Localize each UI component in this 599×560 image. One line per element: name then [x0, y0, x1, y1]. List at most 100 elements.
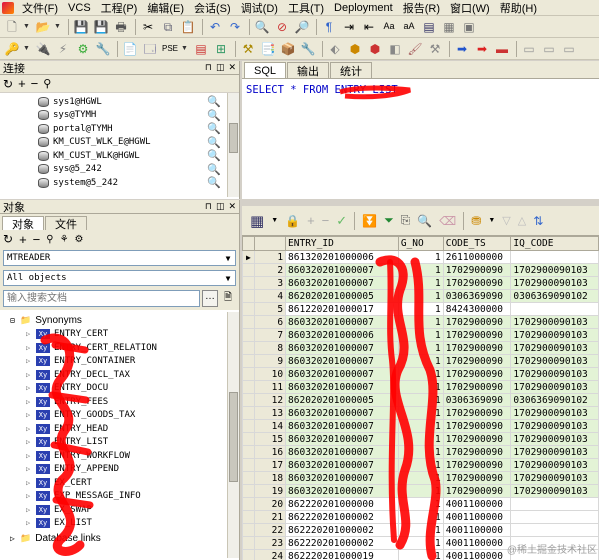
cell-entry-id[interactable]: 862220201000000: [285, 497, 399, 511]
cell-g-no[interactable]: 1: [397, 536, 444, 550]
cell-g-no[interactable]: 1: [397, 315, 444, 329]
connection-item[interactable]: KM_CUST_WLK_E@HGWL 🔍: [38, 136, 239, 150]
cell-iq-code[interactable]: 1702900090103: [510, 341, 599, 355]
command-window-icon[interactable]: 🗔: [141, 40, 159, 58]
synonym-item[interactable]: ▷ Xy ENTRY_WORKFLOW: [26, 449, 239, 463]
paste-icon[interactable]: 📋: [179, 18, 197, 36]
chevron-down-icon[interactable]: ▼: [221, 274, 235, 283]
expand-icon[interactable]: ▷: [26, 479, 36, 487]
cell-code-ts[interactable]: 1702900090: [442, 484, 512, 498]
synonym-item[interactable]: ▷ Xy ENTRY_CONTAINER: [26, 355, 239, 369]
save-all-icon[interactable]: 💾: [92, 18, 110, 36]
table-row[interactable]: 19 860320201000007 1 1702900090 170290009010…: [242, 484, 599, 498]
grid-icon[interactable]: ▦: [250, 212, 264, 230]
expand-icon[interactable]: ▷: [26, 384, 36, 392]
cut-icon[interactable]: ✂: [139, 18, 157, 36]
cell-entry-id[interactable]: 860320201000007: [285, 341, 399, 355]
cell-g-no[interactable]: 1: [397, 367, 444, 381]
cell-g-no[interactable]: 1: [397, 354, 444, 368]
table-row[interactable]: 15 860320201000007 1 1702900090 170290009010…: [242, 432, 599, 446]
tools-icon[interactable]: 🔧: [94, 40, 112, 58]
box-icon[interactable]: ◧: [386, 40, 404, 58]
cell-g-no[interactable]: 1: [397, 510, 444, 524]
synonym-item[interactable]: ▷ Xy ENTRY_HEAD: [26, 422, 239, 436]
table-row[interactable]: 21 862220201000002 1 4001100000: [242, 510, 599, 524]
cell-iq-code[interactable]: 0306369090102: [510, 393, 599, 407]
cell-iq-code[interactable]: 1702900090103: [510, 263, 599, 277]
settings-icon[interactable]: ⚙: [75, 234, 84, 245]
post-icon[interactable]: ✓: [336, 213, 347, 229]
expand-icon[interactable]: ▷: [26, 344, 36, 352]
cell-entry-id[interactable]: 860320201000006: [285, 328, 399, 342]
cell-code-ts[interactable]: 4001100000: [442, 536, 512, 550]
menu-deployment[interactable]: Deployment: [329, 2, 398, 14]
cube-red-icon[interactable]: ⬢: [366, 40, 384, 58]
cell-code-ts[interactable]: 1702900090: [442, 315, 512, 329]
cell-entry-id[interactable]: 860320201000007: [285, 367, 399, 381]
query-by-example-icon[interactable]: ⎘: [401, 213, 411, 228]
sql-text[interactable]: SELECT * FROM ENTRY_LIST: [242, 79, 599, 101]
expand-icon[interactable]: ▷: [26, 492, 36, 500]
table-row[interactable]: 5 861220201000017 1 8424300000: [242, 302, 599, 316]
cell-iq-code[interactable]: 1702900090103: [510, 432, 599, 446]
cell-code-ts[interactable]: 1702900090: [442, 406, 512, 420]
window-icon[interactable]: ▭: [520, 40, 538, 58]
object-type-select[interactable]: All objects ▼: [3, 270, 236, 286]
cell-g-no[interactable]: 1: [397, 328, 444, 342]
open-folder-icon[interactable]: 📂: [34, 18, 52, 36]
search-icon[interactable]: 🔍: [207, 95, 221, 108]
connection-item[interactable]: KM_CUST_WLK@HGWL 🔍: [38, 149, 239, 163]
synonym-item[interactable]: ▷ Xy ENTRY_APPEND: [26, 463, 239, 477]
disconnect-icon[interactable]: ⚡: [54, 40, 72, 58]
fetch-last-icon[interactable]: ⏷: [384, 213, 394, 228]
table-row[interactable]: 4 862020201000005 1 0306369090 0306369090102: [242, 289, 599, 303]
float-icon[interactable]: ◫: [216, 201, 225, 212]
connection-item[interactable]: portal@TYMH 🔍: [38, 122, 239, 136]
filter-doc-icon[interactable]: 🗎: [220, 290, 236, 307]
cell-g-no[interactable]: 1: [397, 549, 444, 560]
search-icon[interactable]: 🔍: [207, 176, 221, 189]
chevron-down-icon[interactable]: ▼: [221, 254, 235, 263]
search-icon[interactable]: 🔍: [207, 163, 221, 176]
synonym-item[interactable]: ▷ Xy EXP_MESSAGE_INFO: [26, 490, 239, 504]
synonym-item[interactable]: ▷ Xy ENTRY_CERT: [26, 328, 239, 342]
cell-code-ts[interactable]: 4001100000: [442, 497, 512, 511]
cell-entry-id[interactable]: 861220201000017: [285, 302, 399, 316]
find-icon[interactable]: 🔍: [253, 18, 271, 36]
schema-select[interactable]: MTREADER ▼: [3, 250, 236, 266]
cell-iq-code[interactable]: [510, 250, 599, 264]
filter-icon[interactable]: ⚘: [60, 234, 69, 245]
diagram-icon[interactable]: ⊞: [212, 40, 230, 58]
table-row[interactable]: 16 860320201000007 1 1702900090 170290009010…: [242, 445, 599, 459]
sort-asc-icon[interactable]: △: [518, 214, 526, 227]
tag-icon[interactable]: ⬖: [326, 40, 344, 58]
add-icon[interactable]: +: [19, 232, 27, 247]
arrow-right-red-icon[interactable]: ➡: [473, 40, 491, 58]
refresh-icon[interactable]: ↻: [3, 232, 13, 246]
cell-g-no[interactable]: 1: [397, 484, 444, 498]
cell-g-no[interactable]: 1: [397, 445, 444, 459]
outdent-icon[interactable]: ⇤: [360, 18, 378, 36]
column-header-entry-id[interactable]: ENTRY_ID: [285, 236, 399, 251]
chevron-down-icon[interactable]: ▼: [54, 23, 62, 30]
cell-g-no[interactable]: 1: [397, 419, 444, 433]
chevron-down-icon[interactable]: ▼: [23, 23, 31, 30]
menu-reports[interactable]: 报告(R): [398, 0, 445, 16]
table-row[interactable]: 14 860320201000007 1 1702900090 170290009010…: [242, 419, 599, 433]
table-row[interactable]: 8 860320201000007 1 1702900090 1702900090103: [242, 341, 599, 355]
synonym-item[interactable]: ▷ Xy EX_LIST: [26, 517, 239, 531]
cell-g-no[interactable]: 1: [397, 497, 444, 511]
search-icon[interactable]: 🔍: [207, 109, 221, 122]
options-icon[interactable]: 🔧: [299, 40, 317, 58]
synonym-item[interactable]: ▷ Xy ENTRY_GOODS_TAX: [26, 409, 239, 423]
cell-iq-code[interactable]: 1702900090103: [510, 276, 599, 290]
cell-code-ts[interactable]: 1702900090: [442, 263, 512, 277]
menu-file[interactable]: 文件(F): [17, 0, 63, 16]
cell-code-ts[interactable]: 1702900090: [442, 367, 512, 381]
cell-iq-code[interactable]: 1702900090103: [510, 328, 599, 342]
find-icon[interactable]: ⚲: [46, 234, 53, 245]
expand-icon[interactable]: ▷: [26, 330, 36, 338]
chevron-down-icon[interactable]: ▼: [181, 45, 189, 52]
find-replace-icon[interactable]: ⊘: [273, 18, 291, 36]
table-row[interactable]: 13 860320201000007 1 1702900090 170290009010…: [242, 406, 599, 420]
